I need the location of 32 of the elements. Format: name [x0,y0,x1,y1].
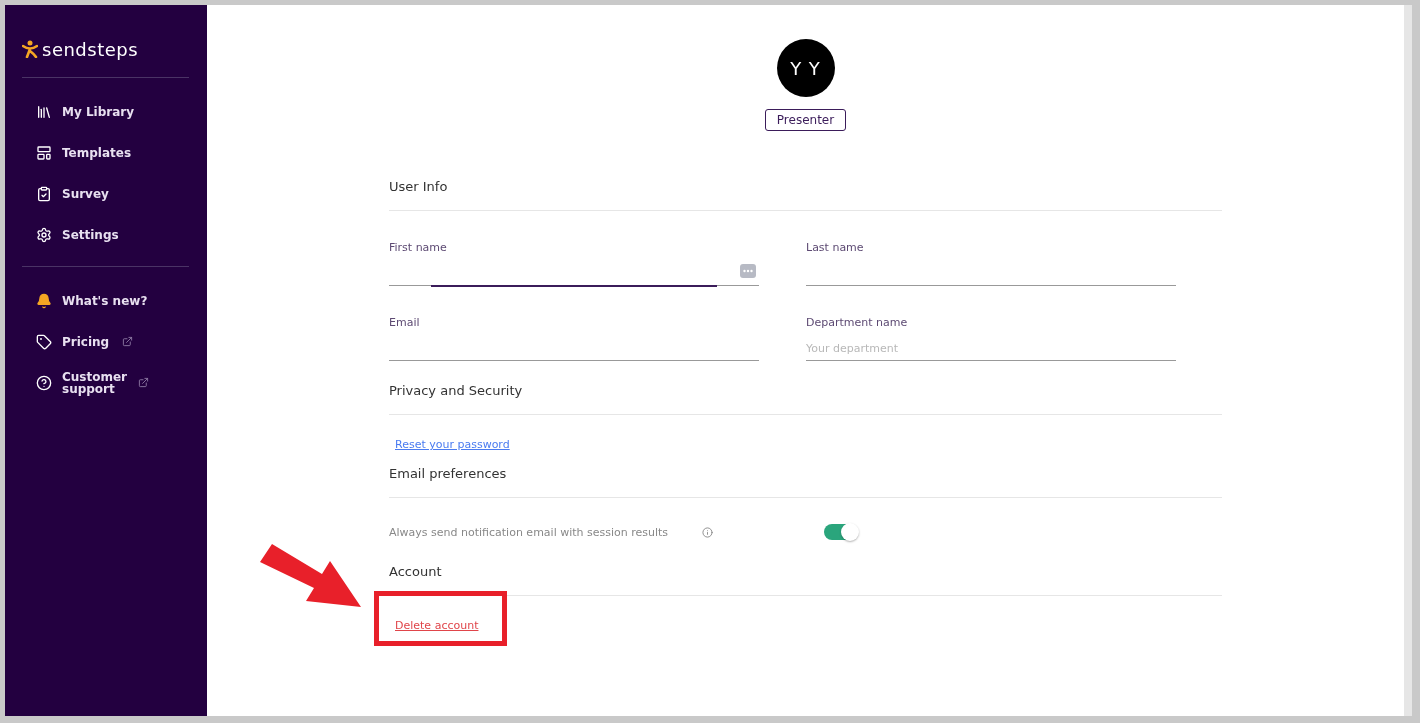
section-title: Account [389,564,1222,596]
role-badge: Presenter [764,109,847,131]
bell-icon [36,292,52,309]
field-label: Department name [806,316,909,329]
sidebar-item[interactable]: Customer support [22,362,189,403]
toggle-switch[interactable] [824,524,858,540]
field-label: First name [389,241,448,254]
sidebar-item[interactable]: Pricing [22,321,189,362]
layout-icon [36,144,52,161]
sidebar-item[interactable]: Templates [22,132,189,173]
reset-password-link[interactable]: Reset your password [395,438,510,451]
sidebar-item[interactable]: Survey [22,173,189,214]
field-label: Last name [806,241,865,254]
delete-account-link[interactable]: Delete account [395,619,479,632]
toggle-label: Always send notification email with session results [389,525,670,539]
clipboard-check-icon [36,185,52,202]
logo-icon [22,40,38,58]
field-label: Email [389,316,421,329]
books-icon [36,103,52,120]
settings-icon [36,226,52,243]
sidebar-item[interactable]: What's new? [22,280,189,321]
sidebar-item[interactable]: Settings [22,214,189,255]
autofill-icon[interactable] [740,264,756,278]
sidebar-item[interactable]: My Library [22,91,189,132]
section-title: Privacy and Security [389,383,1222,415]
section-title: Email preferences [389,466,1222,498]
help-icon [36,374,52,391]
avatar: Y Y [776,39,835,97]
logo-text: sendsteps [42,38,139,60]
info-icon [702,526,713,538]
tag-icon [36,333,52,350]
section-title: User Info [389,179,1222,211]
